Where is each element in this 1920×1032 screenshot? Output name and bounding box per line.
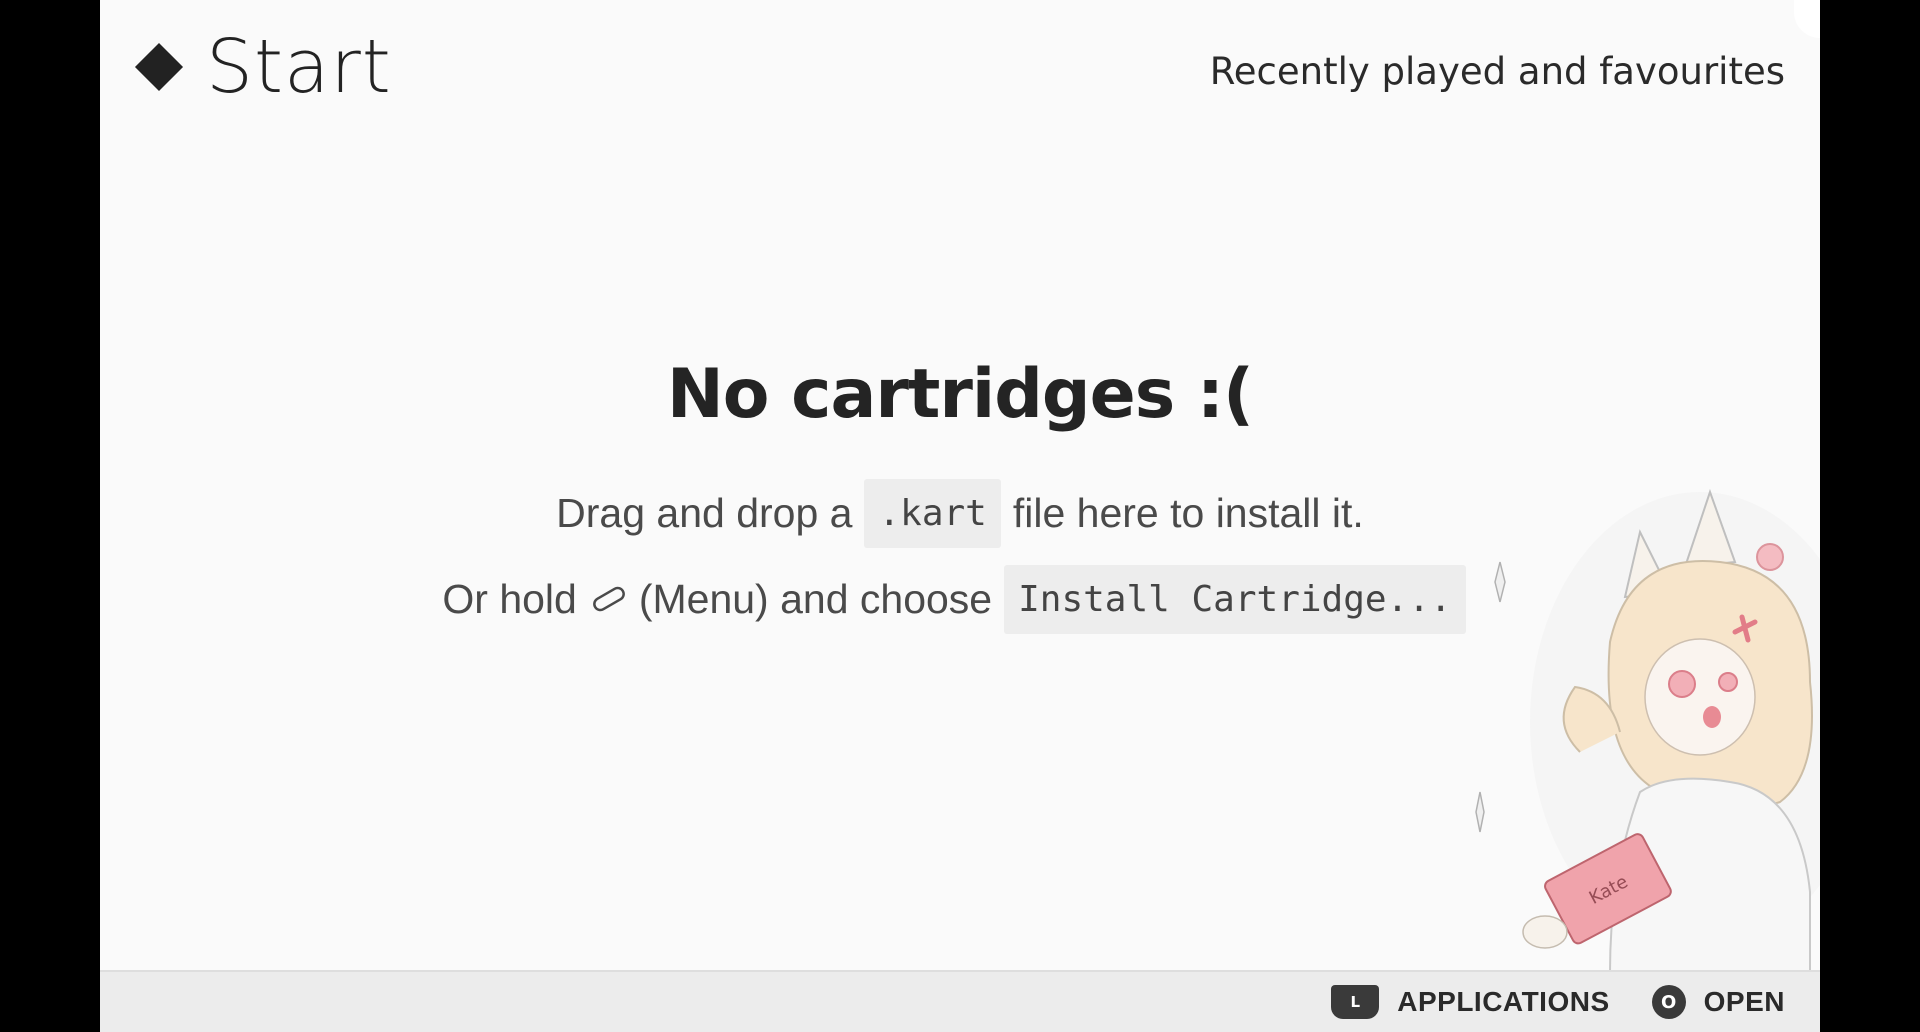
fox-girl-illustration: Kate: [1475, 488, 1820, 972]
footer-bar: L APPLICATIONS O OPEN: [100, 970, 1820, 1032]
page-heading: Start: [134, 22, 392, 112]
open-action[interactable]: O OPEN: [1651, 985, 1785, 1019]
empty-state-title: No cartridges :(: [666, 355, 1254, 434]
kart-extension-code: .kart: [864, 478, 1001, 548]
hold-text: Or hold: [442, 575, 577, 622]
drag-text-after: file here to install it.: [1012, 489, 1364, 536]
app-screen: Start Recently played and favourites No …: [100, 0, 1820, 1032]
applications-label: APPLICATIONS: [1397, 986, 1610, 1017]
page-title: Start: [206, 24, 392, 110]
install-cartridge-code: Install Cartridge...: [1004, 564, 1466, 634]
l-button-icon: L: [1331, 985, 1380, 1019]
drag-text: Drag and drop a: [556, 489, 853, 536]
footer-actions: L APPLICATIONS O OPEN: [1331, 972, 1785, 1032]
header: Start Recently played and favourites: [100, 0, 1820, 140]
open-label: OPEN: [1703, 986, 1785, 1017]
diamond-icon: [134, 42, 184, 92]
menu-pill-icon: [589, 579, 629, 619]
o-button-icon: O: [1651, 985, 1686, 1019]
header-subtitle: Recently played and favourites: [1209, 50, 1785, 93]
menu-text: (Menu) and choose: [638, 575, 993, 622]
applications-action[interactable]: L APPLICATIONS: [1331, 985, 1609, 1019]
